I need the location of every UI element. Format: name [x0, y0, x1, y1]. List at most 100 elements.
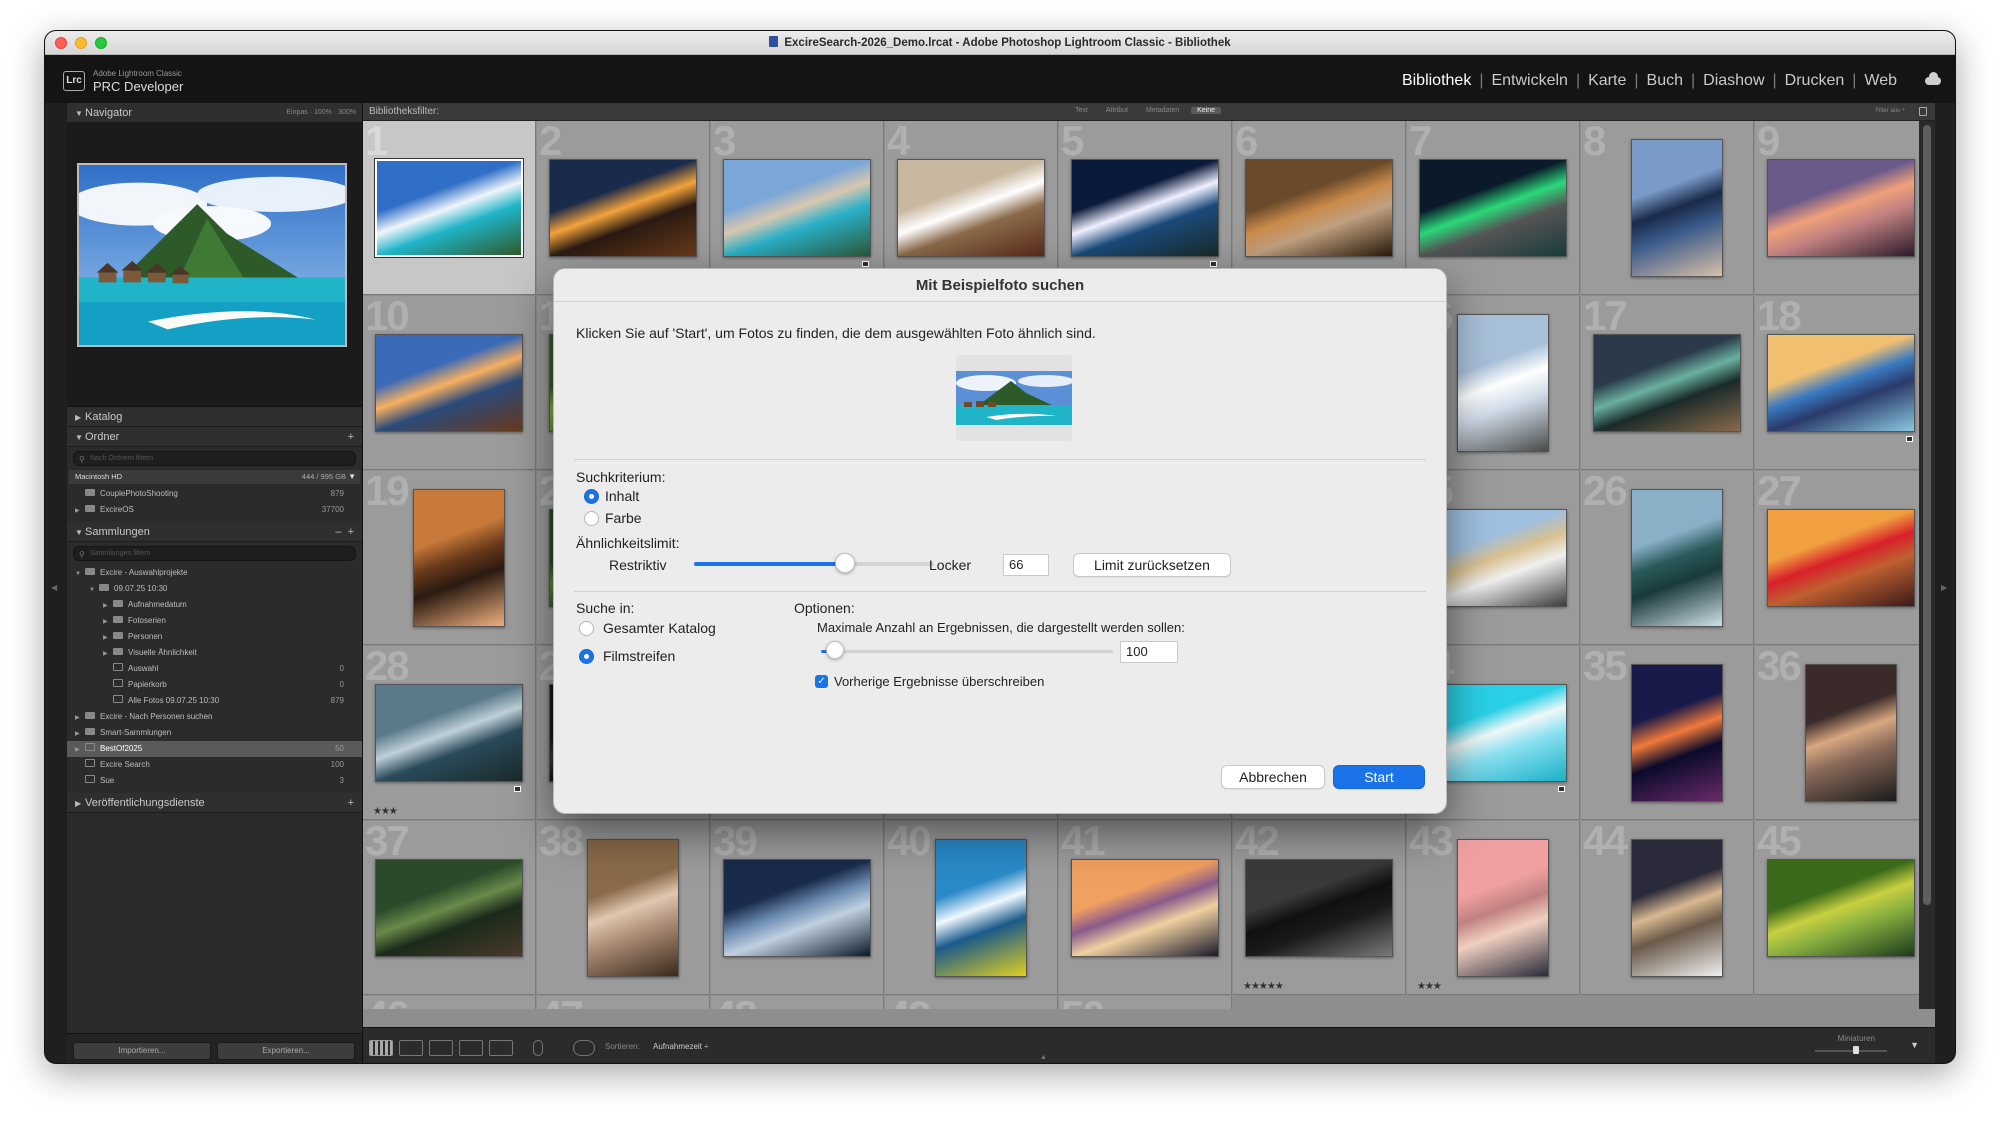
scrollbar-thumb[interactable]	[1923, 125, 1931, 905]
photo-thumbnail[interactable]	[1767, 334, 1915, 432]
collection-row[interactable]: ▶ Personen	[67, 629, 362, 645]
photo-thumbnail[interactable]	[587, 839, 679, 977]
thumbnail-size-knob[interactable]	[1853, 1046, 1859, 1054]
collection-row[interactable]: ▼ Excire - Auswahlprojekte	[67, 565, 362, 581]
photo-thumbnail[interactable]	[897, 159, 1045, 257]
photo-thumbnail[interactable]	[1631, 489, 1723, 627]
star-rating[interactable]: ★★★	[1417, 981, 1442, 992]
module-buch[interactable]: Buch	[1639, 72, 1691, 90]
grid-cell[interactable]: 42 ★★★★★	[1233, 821, 1406, 995]
people-view-icon[interactable]	[489, 1040, 513, 1056]
import-button[interactable]: Importieren...	[73, 1042, 211, 1060]
photo-thumbnail[interactable]	[1767, 859, 1915, 957]
badge-icon[interactable]	[1210, 261, 1217, 267]
overwrite-checkbox[interactable]: ✓	[815, 675, 828, 688]
photo-thumbnail[interactable]	[1245, 159, 1393, 257]
photo-thumbnail[interactable]	[1071, 859, 1219, 957]
navigator-preview[interactable]	[67, 123, 362, 407]
add-publish-icon[interactable]: +	[348, 793, 354, 813]
collection-row[interactable]: ▶ Fotoserien	[67, 613, 362, 629]
survey-view-icon[interactable]	[459, 1040, 483, 1056]
start-button[interactable]: Start	[1333, 765, 1425, 789]
grid-cell[interactable]: 10	[363, 296, 536, 470]
grid-cell[interactable]: 46	[363, 996, 536, 1009]
filter-tab-text[interactable]: Text	[1069, 107, 1094, 114]
grid-cell[interactable]: 18	[1755, 296, 1919, 470]
navigator-zoom[interactable]: Einpas · 100% · 300%	[286, 103, 356, 123]
reset-limit-button[interactable]: Limit zurücksetzen	[1073, 553, 1231, 577]
grid-cell[interactable]: 44	[1581, 821, 1754, 995]
sort-direction-icon[interactable]	[573, 1040, 595, 1056]
thumbnail-size-slider[interactable]	[1815, 1050, 1887, 1052]
loupe-view-icon[interactable]	[399, 1040, 423, 1056]
spray-can-icon[interactable]	[533, 1040, 543, 1056]
star-rating[interactable]: ★★★	[373, 806, 398, 817]
collection-row[interactable]: ▶ Smart-Sammlungen	[67, 725, 362, 741]
badge-icon[interactable]	[1558, 786, 1565, 792]
photo-thumbnail[interactable]	[375, 159, 523, 257]
module-bibliothek[interactable]: Bibliothek	[1394, 72, 1479, 90]
publish-services-header[interactable]: ▶ Veröffentlichungsdienste +	[67, 793, 362, 813]
radio-farbe-label[interactable]: Farbe	[605, 510, 642, 526]
module-drucken[interactable]: Drucken	[1777, 72, 1853, 90]
grid-scrollbar[interactable]	[1919, 121, 1935, 1009]
cancel-button[interactable]: Abbrechen	[1221, 765, 1325, 789]
grid-cell[interactable]: 39	[711, 821, 884, 995]
photo-thumbnail[interactable]	[1593, 334, 1741, 432]
collection-row[interactable]: ▶ Excire - Nach Personen suchen	[67, 709, 362, 725]
radio-gesamter-katalog-label[interactable]: Gesamter Katalog	[603, 620, 716, 636]
badge-icon[interactable]	[514, 786, 521, 792]
radio-farbe[interactable]	[584, 511, 599, 526]
grid-cell[interactable]: 50	[1059, 996, 1232, 1009]
photo-thumbnail[interactable]	[1805, 664, 1897, 802]
max-results-field[interactable]: 100	[1120, 641, 1178, 663]
collection-expand-icon[interactable]: ▼	[75, 566, 85, 582]
collection-expand-icon[interactable]: ▶	[75, 710, 85, 726]
collection-row[interactable]: ▶ Aufnahmedatum	[67, 597, 362, 613]
grid-cell[interactable]: 45	[1755, 821, 1919, 995]
filter-tab-keine[interactable]: Keine	[1191, 107, 1222, 114]
similarity-slider[interactable]	[694, 562, 934, 566]
collection-row[interactable]: Papierkorb 0	[67, 677, 362, 693]
grid-cell[interactable]: 38	[537, 821, 710, 995]
grid-cell[interactable]: 47	[537, 996, 710, 1009]
collection-row[interactable]: ▼ 09.07.25 10:30	[67, 581, 362, 597]
module-entwickeln[interactable]: Entwickeln	[1483, 72, 1575, 90]
folder-expand-icon[interactable]: ▶	[75, 503, 85, 519]
similarity-value-field[interactable]: 66	[1003, 554, 1049, 576]
grid-view-icon[interactable]	[369, 1040, 393, 1056]
overwrite-label[interactable]: Vorherige Ergebnisse überschreiben	[834, 674, 1044, 689]
collection-row[interactable]: Sue 3	[67, 773, 362, 789]
grid-cell[interactable]: 41	[1059, 821, 1232, 995]
photo-thumbnail[interactable]	[1631, 839, 1723, 977]
collection-filter-input[interactable]: ⚲ Sammlungen filtern	[73, 546, 356, 561]
photo-thumbnail[interactable]	[723, 859, 871, 957]
radio-inhalt-label[interactable]: Inhalt	[605, 488, 639, 504]
dropdown-icon[interactable]: ▼	[348, 470, 356, 484]
badge-icon[interactable]	[862, 261, 869, 267]
grid-cell[interactable]: 40	[885, 821, 1058, 995]
cloud-icon[interactable]	[1925, 72, 1941, 85]
compare-view-icon[interactable]	[429, 1040, 453, 1056]
toolbar-menu-icon[interactable]: ▼	[1910, 1040, 1919, 1050]
expand-right-icon[interactable]: ▶	[1941, 583, 1947, 592]
photo-thumbnail[interactable]	[1767, 159, 1915, 257]
folder-filter-input[interactable]: ⚲ Nach Ordnern filtern	[73, 451, 356, 466]
grid-cell[interactable]: 43 ★★★	[1407, 821, 1580, 995]
collection-row[interactable]: Alle Fotos 09.07.25 10:30 879	[67, 693, 362, 709]
max-results-slider[interactable]	[821, 650, 1113, 653]
sammlungen-header[interactable]: ▼ Sammlungen – +	[67, 522, 362, 542]
photo-thumbnail[interactable]	[1457, 314, 1549, 452]
photo-thumbnail[interactable]	[1245, 859, 1393, 957]
grid-cell[interactable]: 28 ★★★	[363, 646, 536, 820]
collection-expand-icon[interactable]: ▶	[75, 742, 85, 758]
folder-row[interactable]: ▶ ExcireOS 37700	[67, 502, 362, 518]
module-diashow[interactable]: Diashow	[1695, 72, 1772, 90]
grid-cell[interactable]: 17	[1581, 296, 1754, 470]
collection-expand-icon[interactable]: ▶	[103, 646, 113, 662]
collection-row[interactable]: ▶ BestOf2025 50	[67, 741, 362, 757]
collection-row[interactable]: ▶ Visuelle Ähnlichkeit	[67, 645, 362, 661]
module-web[interactable]: Web	[1856, 72, 1905, 90]
collapse-bottom-panel-icon[interactable]: ▲	[1040, 1054, 1047, 1061]
folder-row[interactable]: CouplePhotoShooting 879	[67, 486, 362, 502]
